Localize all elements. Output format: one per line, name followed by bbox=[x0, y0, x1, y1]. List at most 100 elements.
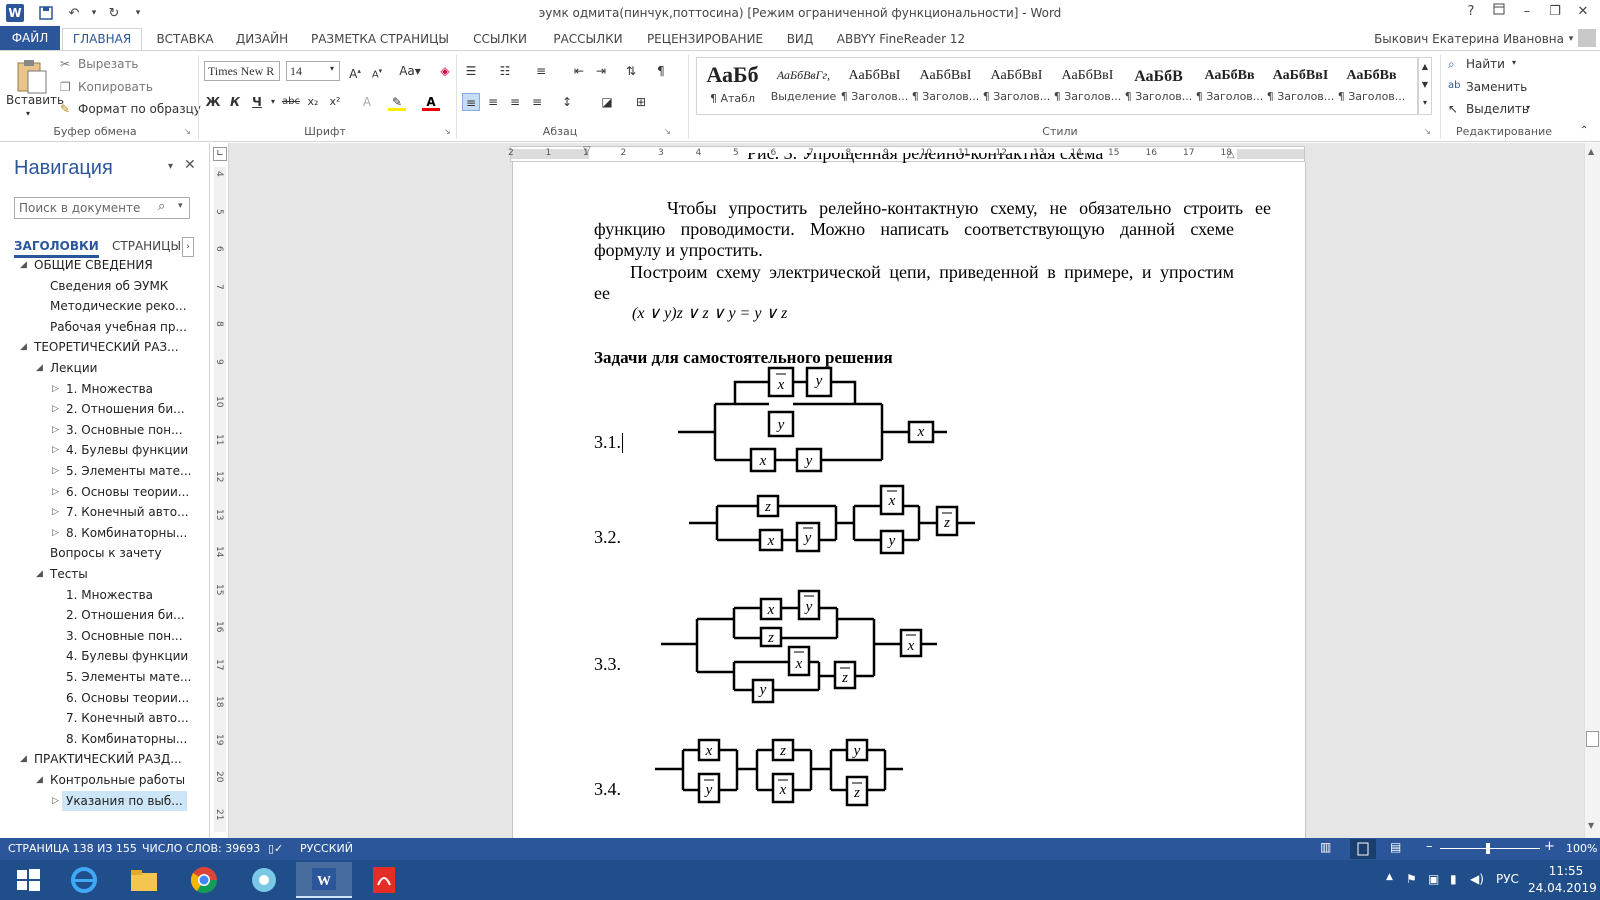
cut-icon[interactable]: ✂ bbox=[60, 57, 70, 71]
word-taskbar-icon[interactable]: W bbox=[296, 862, 352, 898]
format-painter-icon[interactable]: ✎ bbox=[60, 102, 70, 116]
zoom-slider-thumb[interactable] bbox=[1486, 843, 1490, 854]
nav-tree-item[interactable]: Сведения об ЭУМК bbox=[0, 276, 209, 296]
nav-tree-item[interactable]: ▷ 5. Элементы мате... bbox=[0, 461, 209, 481]
select-dropdown-icon[interactable]: ▾ bbox=[1526, 103, 1530, 112]
font-size-dropdown-icon[interactable]: ▾ bbox=[330, 64, 334, 73]
find-icon[interactable]: ⌕ bbox=[1448, 57, 1455, 72]
tab-file[interactable]: ФАЙЛ bbox=[0, 26, 60, 50]
nav-tree-item[interactable]: ◢ Тесты bbox=[0, 564, 209, 584]
tab-selector[interactable]: ∟ bbox=[213, 147, 227, 161]
copy-icon[interactable]: ❐ bbox=[60, 80, 71, 94]
clock-time[interactable]: 11:55 bbox=[1538, 864, 1594, 878]
replace-button[interactable]: Заменить bbox=[1466, 80, 1527, 94]
superscript-button[interactable]: x² bbox=[326, 93, 344, 111]
tab-review[interactable]: РЕЦЕНЗИРОВАНИЕ bbox=[644, 29, 766, 49]
help-button[interactable]: ? bbox=[1458, 2, 1484, 22]
style-item[interactable]: АаБбВвI ¶ Заголов... bbox=[1265, 58, 1336, 114]
align-center-icon[interactable]: ≡ bbox=[484, 93, 502, 111]
search-dropdown-icon[interactable]: ▾ bbox=[178, 201, 183, 211]
file-explorer-icon[interactable] bbox=[116, 862, 172, 898]
restore-button[interactable]: ❐ bbox=[1542, 2, 1568, 22]
collapse-triangle-icon[interactable]: ◢ bbox=[36, 770, 43, 790]
scroll-up-icon[interactable]: ▲ bbox=[1588, 147, 1594, 156]
decrease-indent-icon[interactable]: ⇤ bbox=[570, 62, 588, 80]
nav-tree-item[interactable]: Рабочая учебная пр... bbox=[0, 317, 209, 337]
chrome-icon[interactable] bbox=[176, 862, 232, 898]
nav-tree-item[interactable]: 3. Основные пон... bbox=[0, 626, 209, 646]
nav-tree-item[interactable]: Методические реко... bbox=[0, 296, 209, 316]
collapse-triangle-icon[interactable]: ◢ bbox=[20, 749, 27, 769]
clipboard-launcher-icon[interactable]: ↘ bbox=[184, 127, 191, 136]
font-color-icon[interactable]: A bbox=[422, 93, 440, 111]
zoom-out-icon[interactable]: – bbox=[1426, 839, 1433, 854]
expand-triangle-icon[interactable]: ▷ bbox=[52, 791, 59, 811]
network-app-icon[interactable] bbox=[236, 862, 292, 898]
action-center-icon[interactable]: ⚑ bbox=[1406, 872, 1417, 886]
input-language[interactable]: РУС bbox=[1496, 872, 1519, 886]
style-item[interactable]: АаБбВвГг, Выделение bbox=[768, 58, 839, 114]
collapse-ribbon-icon[interactable]: ⌃ bbox=[1580, 125, 1588, 136]
style-item[interactable]: АаБбВвI ¶ Заголов... bbox=[1052, 58, 1123, 114]
nav-tree-item[interactable]: ◢ Лекции bbox=[0, 358, 209, 378]
tab-view[interactable]: ВИД bbox=[780, 29, 820, 49]
font-launcher-icon[interactable]: ↘ bbox=[444, 127, 451, 136]
expand-triangle-icon[interactable]: ▷ bbox=[52, 461, 59, 481]
nav-tree-item[interactable]: ▷ 4. Булевы функции bbox=[0, 440, 209, 460]
page-indicator[interactable]: СТРАНИЦА 138 ИЗ 155 bbox=[8, 842, 137, 855]
line-spacing-icon[interactable]: ↕ bbox=[558, 93, 576, 111]
strikethrough-button[interactable]: abc bbox=[280, 93, 302, 111]
tab-design[interactable]: ДИЗАЙН bbox=[232, 29, 292, 49]
nav-tree-item[interactable]: 6. Основы теории... bbox=[0, 688, 209, 708]
paste-icon[interactable] bbox=[10, 57, 50, 97]
user-name[interactable]: Быкович Екатерина Ивановна bbox=[1374, 29, 1564, 49]
justify-icon[interactable]: ≡ bbox=[528, 93, 546, 111]
style-item[interactable]: АаБбВвI ¶ Заголов... bbox=[910, 58, 981, 114]
nav-tree-item[interactable]: ▷ 6. Основы теории... bbox=[0, 482, 209, 502]
ribbon-display-options-icon[interactable] bbox=[1486, 2, 1512, 22]
nav-tree-item[interactable]: 2. Отношения би... bbox=[0, 605, 209, 625]
bold-button[interactable]: Ж bbox=[204, 93, 222, 111]
nav-tree-item[interactable]: ◢ ПРАКТИЧЕСКИЙ РАЗД... bbox=[0, 749, 209, 769]
zoom-in-icon[interactable]: + bbox=[1544, 839, 1555, 854]
expand-triangle-icon[interactable]: ▷ bbox=[52, 523, 59, 543]
tab-pages[interactable]: СТРАНИЦЫ bbox=[112, 239, 181, 253]
format-painter-button[interactable]: Формат по образцу bbox=[78, 102, 201, 116]
start-button[interactable] bbox=[0, 862, 56, 898]
style-item[interactable]: АаБбВвI ¶ Заголов... bbox=[839, 58, 910, 114]
shrink-font-icon[interactable]: A▾ bbox=[368, 62, 386, 80]
close-button[interactable]: ✕ bbox=[1570, 2, 1596, 22]
tab-mailings[interactable]: РАССЫЛКИ bbox=[550, 29, 626, 49]
copy-button[interactable]: Копировать bbox=[78, 80, 153, 94]
nav-tree-item[interactable]: ▷ 1. Множества bbox=[0, 379, 209, 399]
zoom-slider[interactable] bbox=[1440, 848, 1540, 849]
style-item[interactable]: АаБбВв ¶ Заголов... bbox=[1336, 58, 1407, 114]
language-indicator[interactable]: РУССКИЙ bbox=[300, 842, 353, 855]
nav-tree-item[interactable]: ▷ Указания по выб... bbox=[0, 790, 209, 811]
tab-insert[interactable]: ВСТАВКА bbox=[152, 29, 218, 49]
scroll-thumb[interactable] bbox=[1586, 731, 1599, 747]
tab-home[interactable]: ГЛАВНАЯ bbox=[62, 28, 142, 51]
nav-options-icon[interactable]: ▾ bbox=[168, 161, 173, 172]
tab-layout[interactable]: РАЗМЕТКА СТРАНИЦЫ bbox=[310, 29, 450, 49]
print-layout-icon[interactable] bbox=[1350, 839, 1376, 859]
expand-triangle-icon[interactable]: ▷ bbox=[52, 379, 59, 399]
paste-button[interactable]: Вставить bbox=[6, 93, 64, 107]
nav-tree-item[interactable]: ◢ ТЕОРЕТИЧЕСКИЙ РАЗ... bbox=[0, 337, 209, 357]
clock-date[interactable]: 24.04.2019 bbox=[1528, 881, 1597, 895]
style-item[interactable]: АаБбВ ¶ Заголов... bbox=[1123, 58, 1194, 114]
user-dropdown-icon[interactable]: ▾ bbox=[1566, 29, 1576, 49]
align-left-icon[interactable]: ≡ bbox=[462, 93, 480, 111]
grow-font-icon[interactable]: A▴ bbox=[346, 62, 364, 81]
bullets-icon[interactable]: ☰ bbox=[462, 62, 480, 80]
nav-tree-item[interactable]: Вопросы к зачету bbox=[0, 543, 209, 563]
find-button[interactable]: Найти bbox=[1466, 57, 1505, 71]
show-marks-icon[interactable]: ¶ bbox=[652, 62, 670, 80]
numbering-icon[interactable]: ☷ bbox=[496, 62, 514, 80]
zoom-level[interactable]: 100% bbox=[1566, 842, 1597, 855]
text-effects-icon[interactable]: A bbox=[358, 93, 376, 111]
nav-tree-item[interactable]: ◢ Контрольные работы bbox=[0, 770, 209, 790]
minimize-button[interactable]: – bbox=[1514, 2, 1540, 22]
vertical-scrollbar[interactable]: ▲ ▼ bbox=[1584, 143, 1600, 838]
tray-app-icon[interactable]: ▣ bbox=[1428, 872, 1439, 886]
